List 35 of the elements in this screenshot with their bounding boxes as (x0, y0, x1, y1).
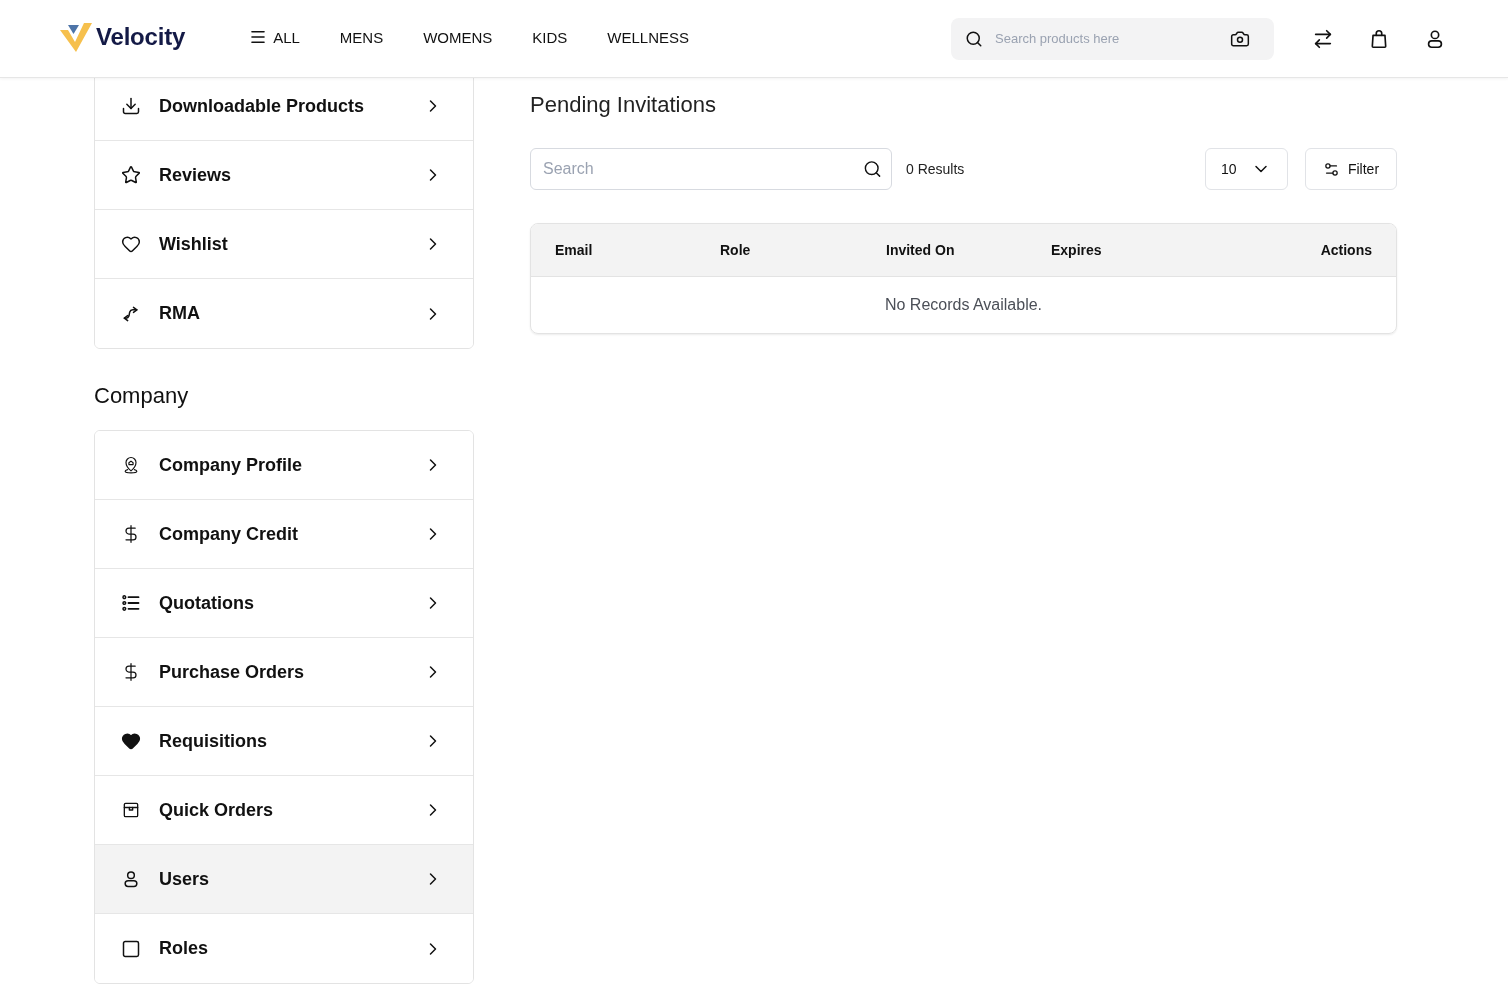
download-icon (121, 96, 141, 116)
column-header: Actions (1320, 242, 1372, 258)
nav-link[interactable]: WOMENS (423, 28, 493, 46)
sidebar-item[interactable]: Company Profile (95, 431, 473, 500)
list-icon (121, 593, 141, 613)
column-header: Expires (1051, 242, 1102, 258)
column-header: Email (555, 242, 593, 258)
nav-link[interactable]: WELLNESS (607, 28, 690, 46)
column-header: Invited On (886, 242, 955, 258)
heart-icon (121, 731, 141, 751)
menu-icon (249, 28, 268, 46)
search-field[interactable]: Search (530, 148, 892, 190)
search-icon (965, 29, 983, 48)
box-icon (121, 800, 141, 820)
search-field[interactable]: Search products here (951, 17, 1274, 60)
sliders-icon (1322, 160, 1340, 178)
user-icon (121, 869, 141, 889)
star-icon (121, 165, 141, 185)
square-icon (121, 938, 141, 959)
nav-link[interactable]: ALL (249, 28, 300, 46)
arrows-icon[interactable] (1312, 27, 1334, 50)
logo-icon (60, 22, 92, 52)
search-icon (863, 159, 882, 179)
section-heading: Company (94, 384, 190, 408)
sidebar-item[interactable]: Users (95, 845, 473, 914)
nav-link[interactable]: KIDS (532, 28, 568, 46)
column-header: Role (720, 242, 751, 258)
filter-button[interactable]: Filter (1305, 148, 1397, 190)
empty-message: No Records Available. (884, 296, 1043, 314)
page-title: Pending Invitations (530, 93, 717, 117)
results-count: 0 Results (906, 161, 965, 177)
page-size-select[interactable]: 10 (1205, 148, 1288, 190)
nav-link[interactable]: MENS (339, 28, 384, 46)
logo-text: Velocity (96, 23, 186, 51)
heart-icon (121, 234, 141, 254)
